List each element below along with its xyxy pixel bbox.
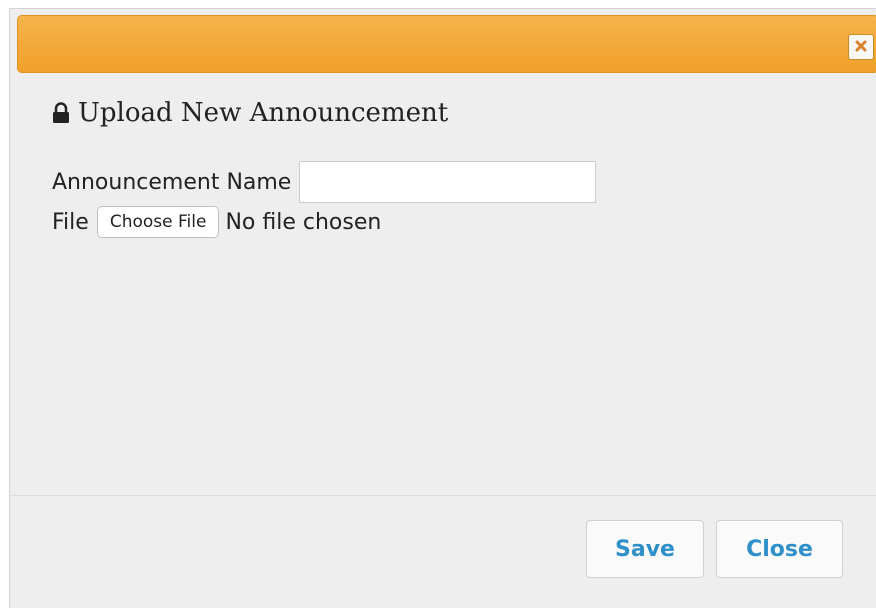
dialog-title: Upload New Announcement bbox=[78, 98, 449, 128]
announcement-name-label: Announcement Name bbox=[52, 169, 292, 195]
close-button[interactable]: Close bbox=[716, 520, 843, 578]
choose-file-button[interactable]: Choose File bbox=[96, 206, 220, 238]
upload-announcement-dialog: Upload New Announcement Announcement Nam… bbox=[9, 8, 876, 608]
file-status-text: No file chosen bbox=[225, 209, 382, 235]
dialog-footer: Save Close bbox=[10, 495, 876, 608]
lock-icon bbox=[52, 102, 70, 124]
announcement-name-row: Announcement Name bbox=[52, 161, 856, 203]
dialog-heading: Upload New Announcement bbox=[52, 93, 856, 133]
announcement-name-input[interactable] bbox=[299, 161, 597, 203]
save-button[interactable]: Save bbox=[586, 520, 704, 578]
dialog-titlebar bbox=[17, 15, 876, 73]
close-x-icon bbox=[854, 38, 868, 57]
dialog-content: Upload New Announcement Announcement Nam… bbox=[52, 93, 856, 239]
dialog-close-button[interactable] bbox=[848, 34, 874, 60]
file-label: File bbox=[52, 209, 89, 235]
file-row: File Choose File No file chosen bbox=[52, 205, 856, 239]
